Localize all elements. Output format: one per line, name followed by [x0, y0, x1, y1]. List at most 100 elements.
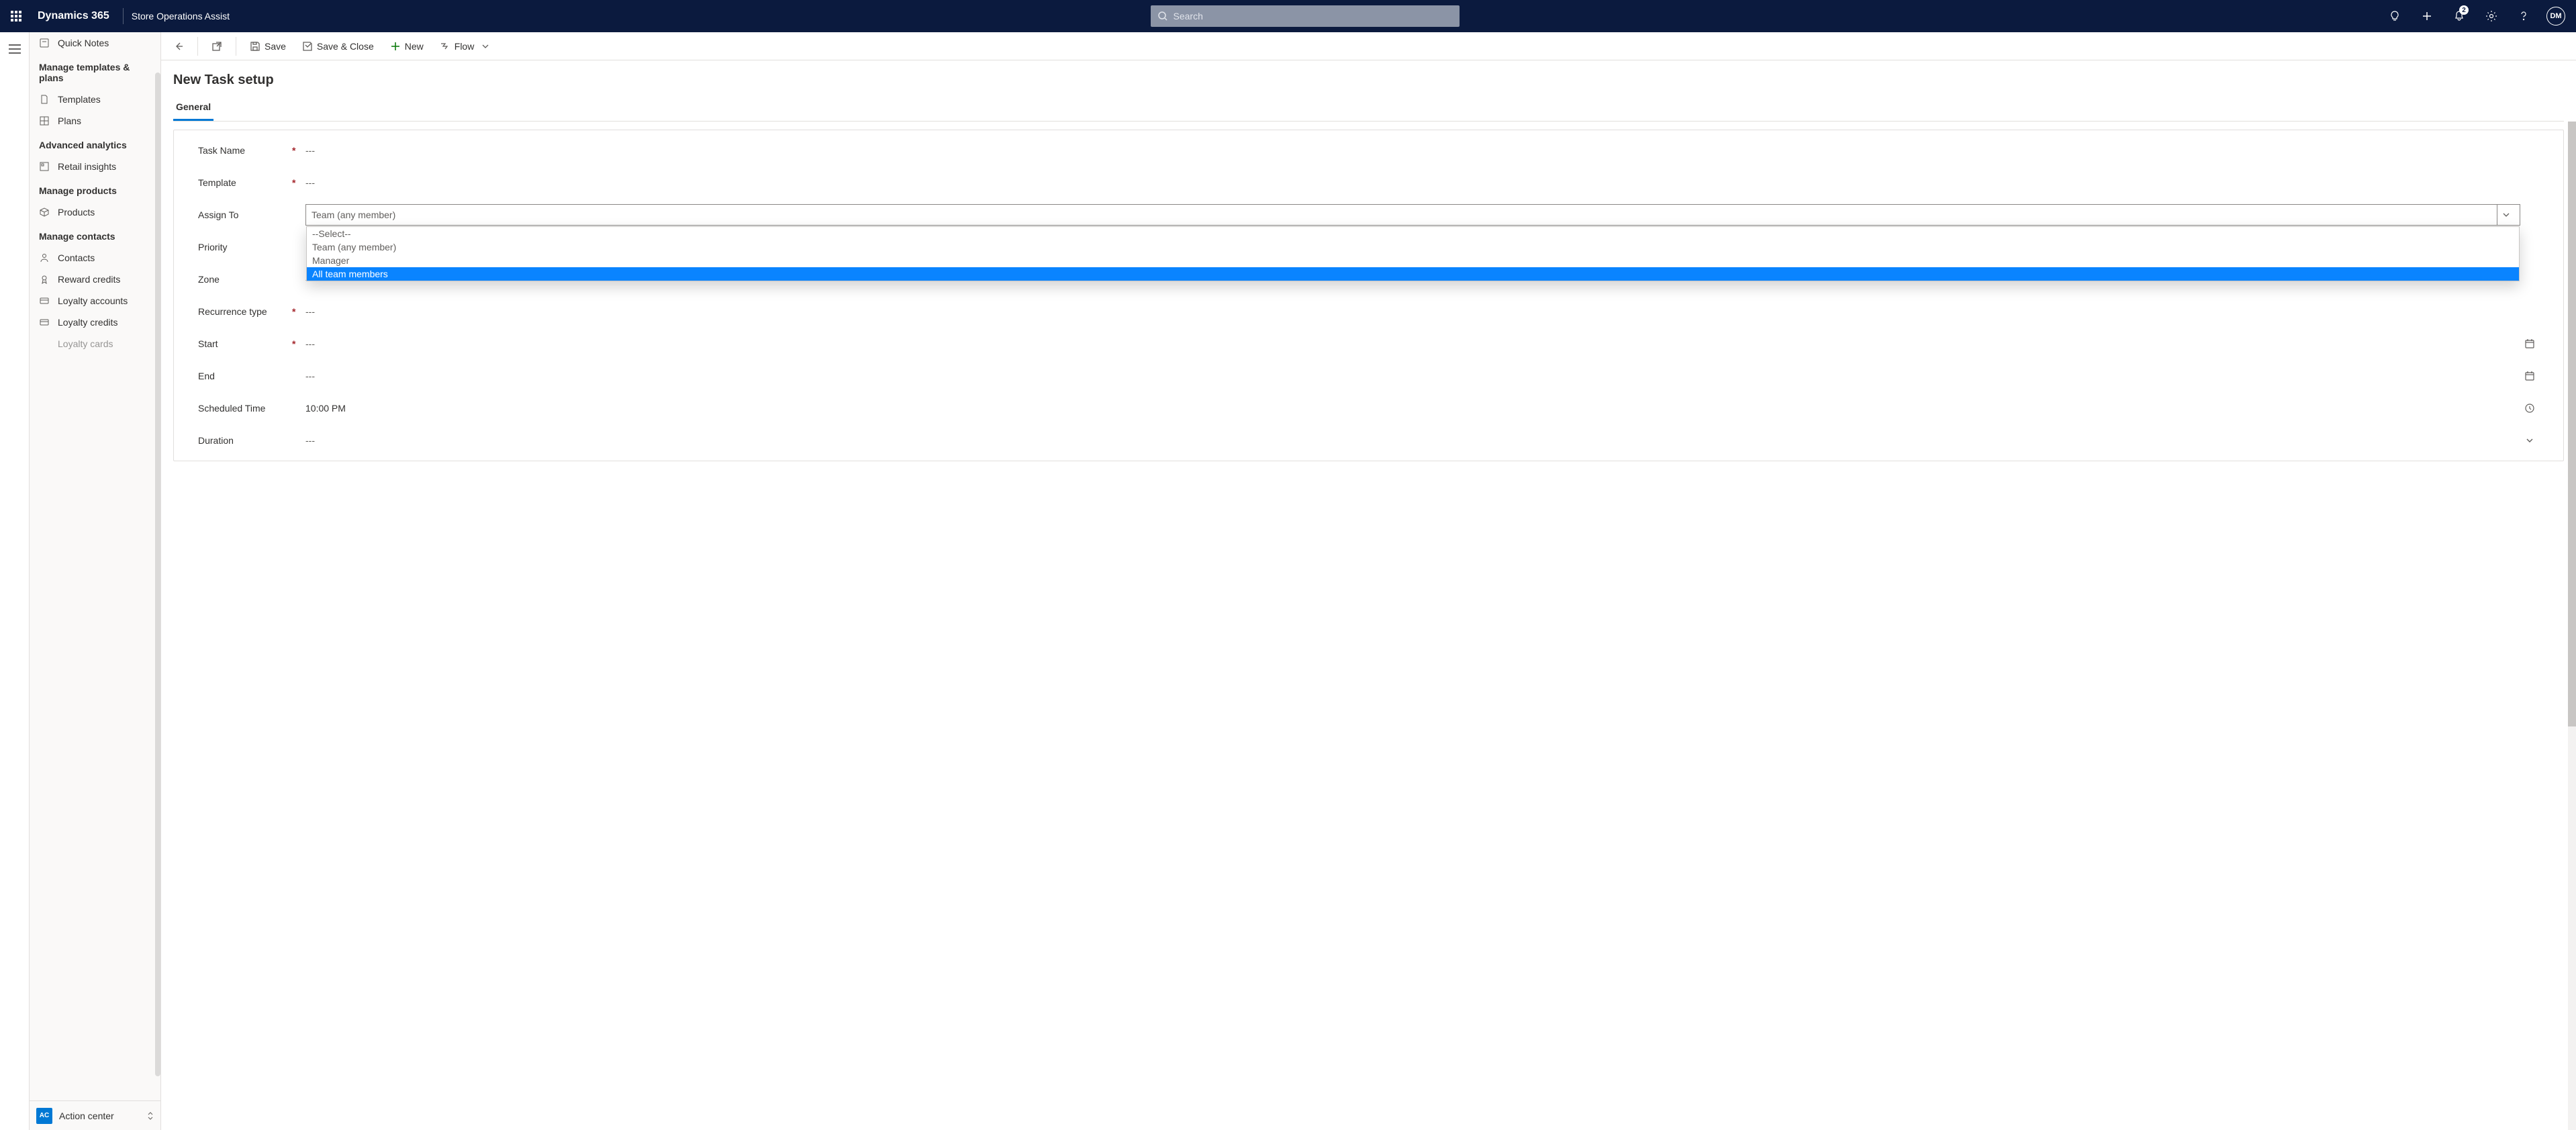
sidebar-item-loyalty-credits[interactable]: Loyalty credits	[30, 312, 160, 333]
add-button[interactable]	[2412, 0, 2442, 32]
field-value[interactable]: ---	[305, 145, 2520, 156]
calendar-icon[interactable]	[2520, 371, 2539, 381]
form-tabs: General	[173, 96, 2564, 122]
global-search[interactable]	[1151, 5, 1460, 27]
field-label: Task Name	[198, 145, 292, 156]
person-icon	[39, 253, 50, 263]
nav-collapse-column	[0, 32, 30, 1130]
save-close-icon	[302, 41, 313, 52]
chevron-down-icon[interactable]	[2520, 436, 2539, 444]
action-center-button[interactable]: AC Action center	[30, 1100, 160, 1130]
sidebar-item-label: Reward credits	[58, 274, 120, 285]
sidebar-item-label: Contacts	[58, 252, 95, 263]
content-scrollbar[interactable]	[2568, 122, 2576, 1130]
lightbulb-icon	[2389, 10, 2401, 22]
field-label: Template	[198, 177, 292, 188]
sidebar-item-loyalty-cards[interactable]: Loyalty cards	[30, 333, 160, 355]
save-button[interactable]: Save	[243, 37, 293, 56]
sidebar-item-loyalty-accounts[interactable]: Loyalty accounts	[30, 290, 160, 312]
field-value[interactable]: ---	[305, 371, 2520, 381]
field-scheduled-time[interactable]: Scheduled Time 10:00 PM	[174, 392, 2563, 424]
document-icon	[39, 95, 50, 104]
dropdown-option[interactable]: Team (any member)	[307, 240, 2519, 254]
sidebar-item-label: Plans	[58, 115, 81, 126]
field-assign-to[interactable]: Assign To Team (any member) --Select--Te…	[174, 199, 2563, 231]
app-name-label: Store Operations Assist	[132, 11, 230, 21]
field-recurrence-type[interactable]: Recurrence type * ---	[174, 295, 2563, 328]
new-button[interactable]: New	[383, 37, 430, 56]
new-label: New	[405, 41, 424, 52]
sidebar-item-contacts[interactable]: Contacts	[30, 247, 160, 269]
field-label: Recurrence type	[198, 306, 292, 317]
field-value[interactable]: ---	[305, 306, 2520, 317]
user-avatar[interactable]: DM	[2546, 7, 2565, 26]
hamburger-icon	[9, 44, 21, 54]
save-label: Save	[265, 41, 286, 52]
sidebar-item-reward-credits[interactable]: Reward credits	[30, 269, 160, 290]
clock-icon[interactable]	[2520, 403, 2539, 414]
sidebar-scrollbar[interactable]	[155, 73, 160, 1076]
back-arrow-icon	[173, 41, 184, 52]
gear-icon	[2485, 10, 2497, 22]
field-start[interactable]: Start * ---	[174, 328, 2563, 360]
field-label: End	[198, 371, 292, 381]
chevron-down-icon	[482, 43, 489, 50]
field-value[interactable]: ---	[305, 435, 2520, 446]
idea-button[interactable]	[2380, 0, 2410, 32]
settings-button[interactable]	[2477, 0, 2506, 32]
search-input[interactable]	[1151, 5, 1460, 27]
chevron-down-icon	[2497, 205, 2514, 225]
waffle-icon	[11, 11, 21, 21]
save-close-button[interactable]: Save & Close	[295, 37, 381, 56]
sidebar-item-products[interactable]: Products	[30, 201, 160, 223]
field-label: Priority	[198, 242, 292, 252]
card-icon	[39, 318, 50, 327]
notification-badge: 2	[2459, 5, 2469, 15]
sidebar-section-analytics: Advanced analytics	[30, 132, 160, 156]
sidebar-item-label: Templates	[58, 94, 101, 105]
field-task-name[interactable]: Task Name * ---	[174, 134, 2563, 167]
dropdown-option[interactable]: All team members	[307, 267, 2519, 281]
notifications-button[interactable]: 2	[2444, 0, 2474, 32]
sidebar-item-plans[interactable]: Plans	[30, 110, 160, 132]
assign-to-select[interactable]: Team (any member) --Select--Team (any me…	[305, 204, 2520, 226]
plus-icon	[390, 41, 401, 52]
chevron-updown-icon	[147, 1111, 154, 1121]
assign-to-dropdown: --Select--Team (any member)ManagerAll te…	[306, 226, 2520, 281]
tab-general[interactable]: General	[173, 96, 213, 121]
select-value: Team (any member)	[312, 209, 395, 220]
field-label: Duration	[198, 435, 292, 446]
hamburger-button[interactable]	[5, 40, 25, 58]
sidebar-section-templates: Manage templates & plans	[30, 54, 160, 89]
flow-button[interactable]: Flow	[433, 37, 496, 56]
note-icon	[39, 38, 50, 48]
dropdown-option[interactable]: --Select--	[307, 227, 2519, 240]
field-duration[interactable]: Duration ---	[174, 424, 2563, 457]
app-launcher-button[interactable]	[0, 0, 32, 32]
field-end[interactable]: End ---	[174, 360, 2563, 392]
sidebar-section-contacts: Manage contacts	[30, 223, 160, 247]
sidebar: Quick Notes Manage templates & plans Tem…	[30, 32, 161, 1130]
form-card: Task Name * --- Template * --- Assign To	[173, 130, 2564, 461]
sidebar-item-quick-notes[interactable]: Quick Notes	[30, 32, 160, 54]
open-new-window-button[interactable]	[205, 37, 229, 56]
field-value[interactable]: 10:00 PM	[305, 403, 2520, 414]
sidebar-item-label: Loyalty credits	[58, 317, 117, 328]
sidebar-item-label: Products	[58, 207, 95, 218]
dropdown-option[interactable]: Manager	[307, 254, 2519, 267]
save-icon	[250, 41, 260, 52]
sidebar-item-label: Loyalty cards	[58, 338, 113, 349]
field-value[interactable]: ---	[305, 177, 2520, 188]
sidebar-item-retail-insights[interactable]: Retail insights	[30, 156, 160, 177]
required-indicator: *	[292, 145, 305, 156]
help-button[interactable]	[2509, 0, 2538, 32]
back-button[interactable]	[166, 37, 191, 56]
field-value[interactable]: ---	[305, 338, 2520, 349]
calendar-icon[interactable]	[2520, 338, 2539, 349]
required-indicator: *	[292, 177, 305, 188]
card-icon	[39, 296, 50, 305]
sidebar-item-templates[interactable]: Templates	[30, 89, 160, 110]
required-indicator: *	[292, 338, 305, 349]
field-template[interactable]: Template * ---	[174, 167, 2563, 199]
action-center-label: Action center	[59, 1111, 114, 1121]
